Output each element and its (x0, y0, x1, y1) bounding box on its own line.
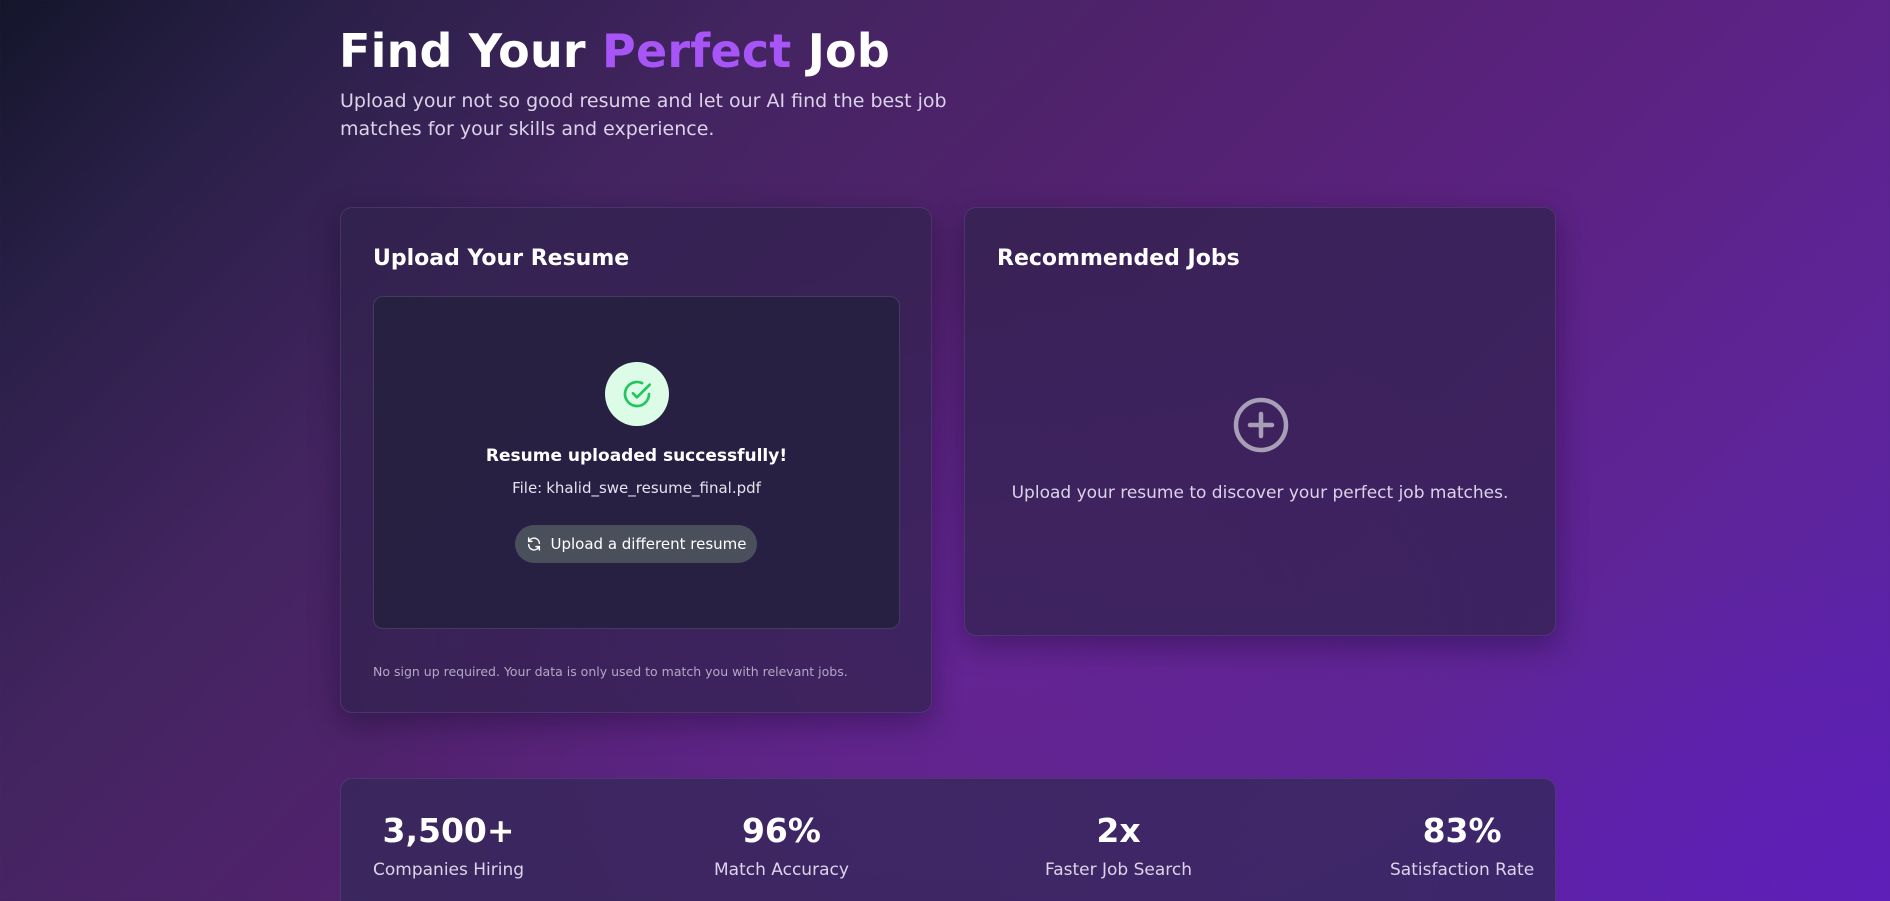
stat-companies-hiring: 3,500+ Companies Hiring (373, 811, 524, 882)
refresh-icon (526, 536, 542, 552)
stat-label: Companies Hiring (373, 860, 525, 880)
title-accent-text: Perfect (602, 24, 792, 78)
title-text-start: Find Your (339, 24, 586, 78)
stat-value: 83% (1422, 811, 1502, 850)
stat-satisfaction-rate: 83% Satisfaction Rate (1390, 811, 1534, 882)
stat-value: 96% (741, 811, 821, 850)
page-subtitle: Upload your not so good resume and let o… (340, 90, 947, 140)
recommended-jobs-card: Recommended Jobs Upload your resume to d… (964, 207, 1556, 636)
resume-dropzone[interactable]: Resume uploaded successfully! File: khali… (373, 296, 900, 629)
uploaded-file-name: khalid_swe_resume_final.pdf (546, 479, 761, 497)
privacy-note: No sign up required. Your data is only u… (373, 664, 848, 679)
upload-different-resume-label: Upload a different resume (550, 535, 747, 553)
stat-label: Faster Job Search (1045, 860, 1193, 880)
uploaded-file-info: File: khalid_swe_resume_final.pdf (374, 477, 899, 499)
page-title: Find Your Perfect Job (339, 20, 890, 82)
jobs-card-title: Recommended Jobs (997, 246, 1240, 271)
stat-faster-job-search: 2x Faster Job Search (1045, 811, 1192, 882)
upload-success-message: Resume uploaded successfully! (485, 446, 788, 466)
stat-match-accuracy: 96% Match Accuracy (714, 811, 849, 882)
stats-panel: 3,500+ Companies Hiring 96% Match Accura… (340, 778, 1556, 901)
upload-card-title: Upload Your Resume (373, 246, 630, 271)
file-label: File: (512, 479, 543, 497)
plus-circle-icon (1232, 396, 1290, 454)
stat-value: 3,500+ (382, 811, 515, 850)
check-circle-icon (605, 362, 669, 426)
upload-different-resume-button[interactable]: Upload a different resume (515, 525, 757, 563)
title-text-end: Job (807, 24, 890, 78)
jobs-empty-message: Upload your resume to discover your perf… (1011, 483, 1509, 503)
upload-resume-card: Upload Your Resume Resume uploaded succe… (340, 207, 932, 713)
stat-label: Satisfaction Rate (1390, 860, 1535, 880)
stat-label: Match Accuracy (714, 860, 849, 880)
stat-value: 2x (1096, 811, 1141, 850)
